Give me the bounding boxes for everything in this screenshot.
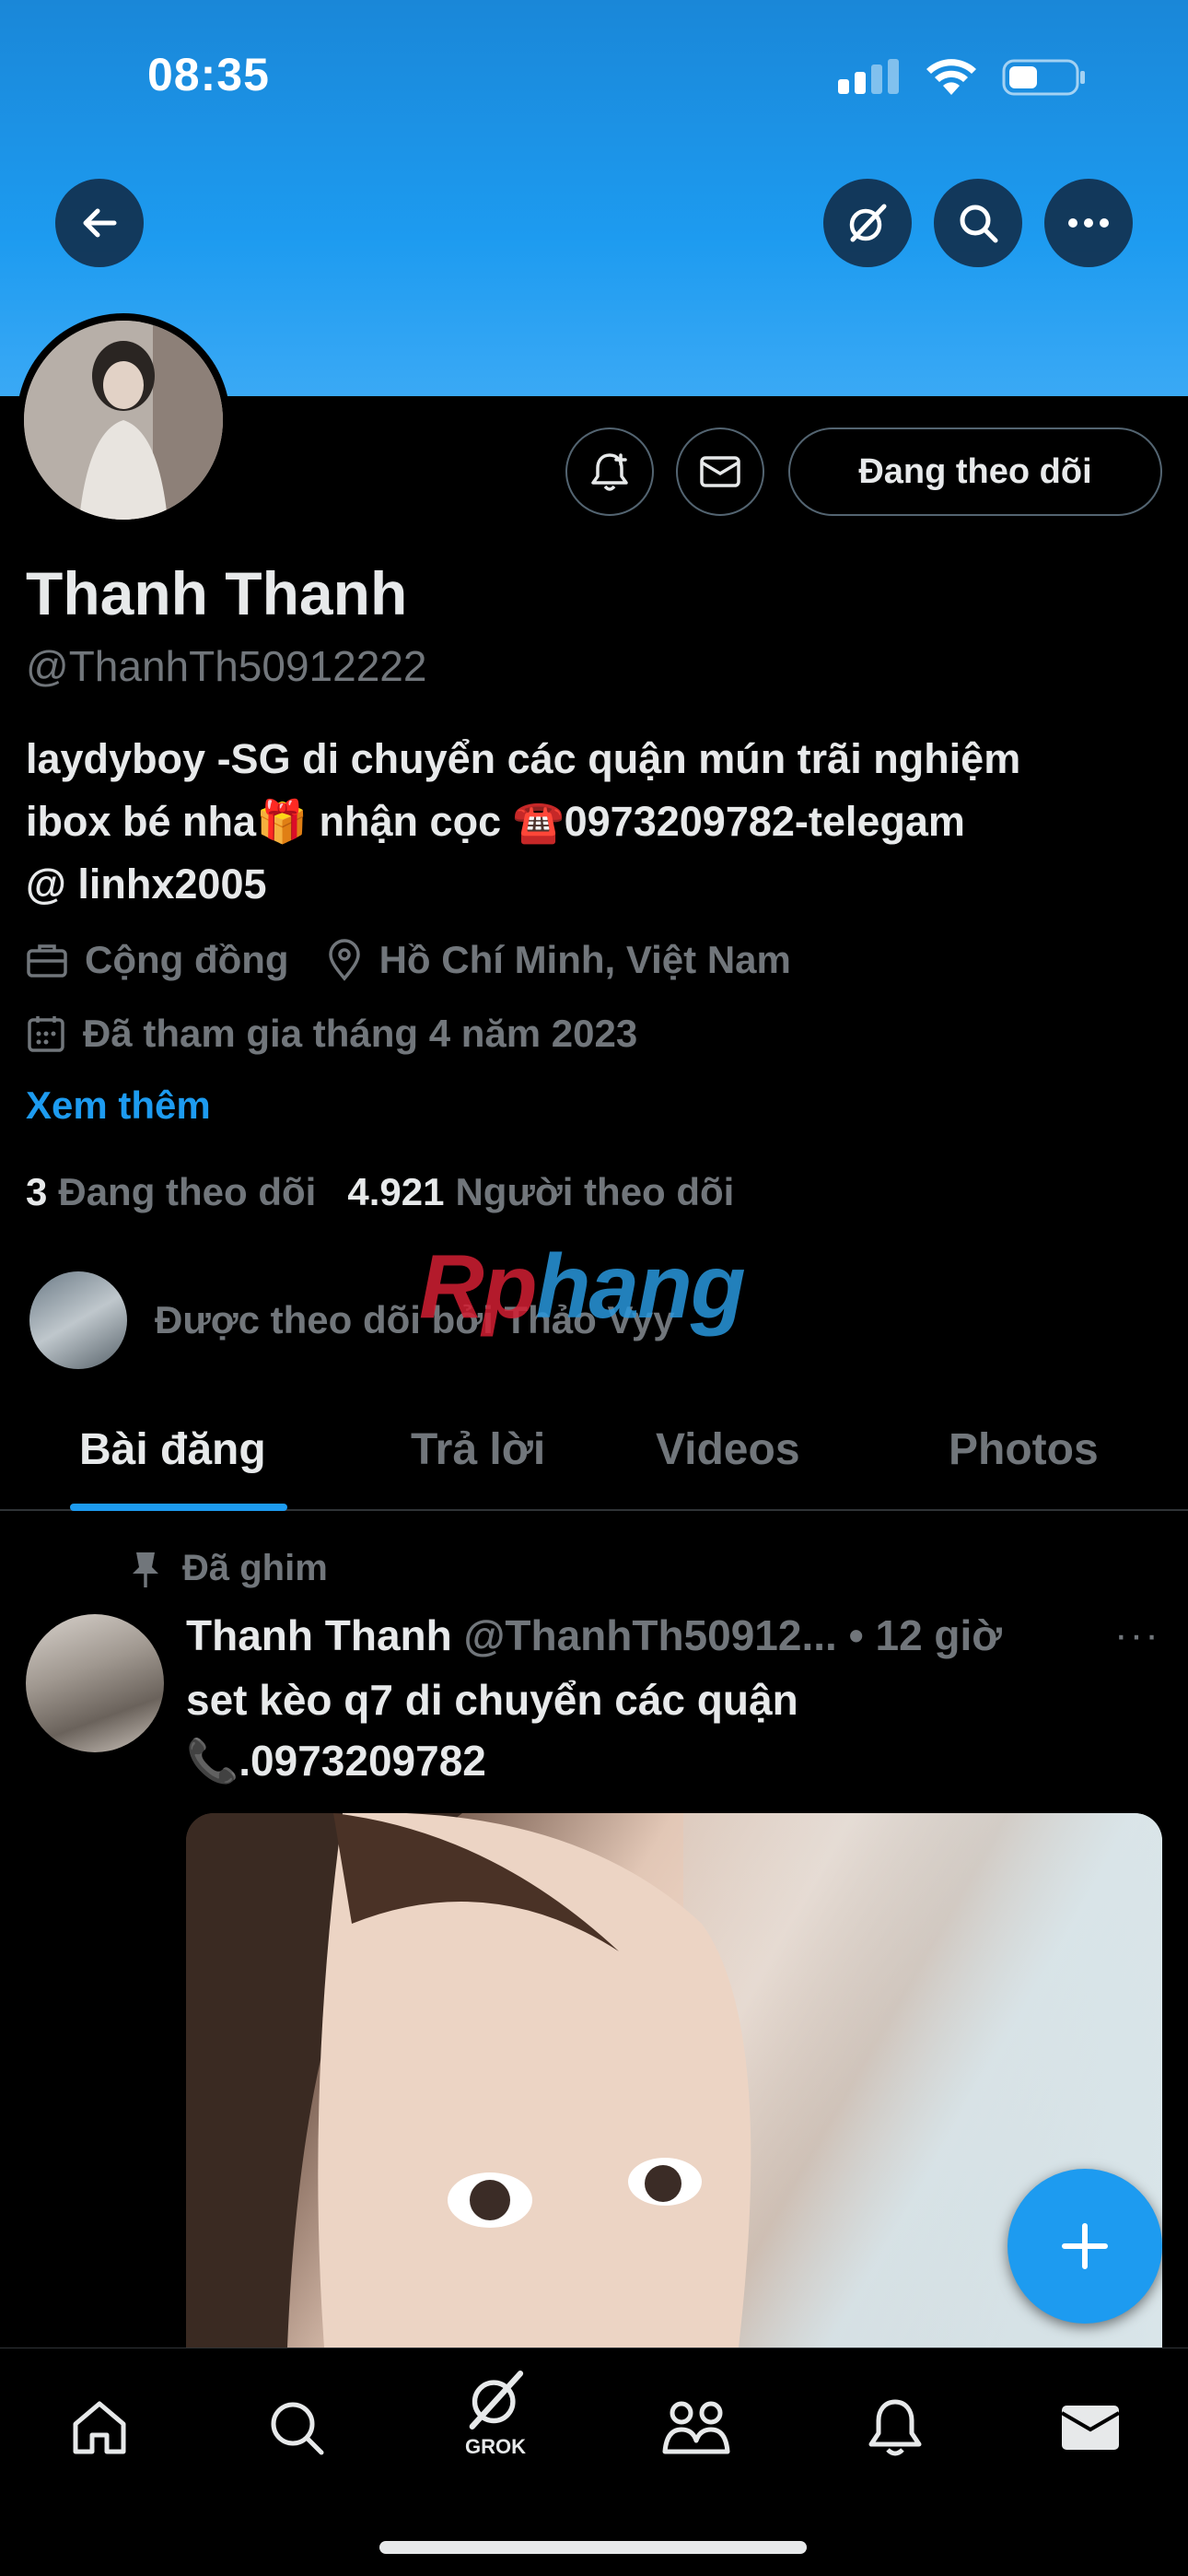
followers-label: Người theo dõi (455, 1170, 735, 1213)
pin-icon (133, 1551, 158, 1587)
nav-search[interactable] (250, 2382, 343, 2474)
nav-home[interactable] (53, 2382, 146, 2474)
profile-tabs: Bài đăng Trả lời Videos Photos (0, 1410, 1188, 1511)
tab-photos[interactable]: Photos (949, 1424, 1099, 1475)
compose-post-button[interactable] (1007, 2169, 1162, 2324)
wifi-icon (926, 59, 976, 95)
profile-joined-row: Đã tham gia tháng 4 năm 2023 (26, 1012, 637, 1056)
tab-posts[interactable]: Bài đăng (79, 1424, 266, 1475)
search-icon (960, 205, 998, 243)
nav-messages[interactable] (1044, 2382, 1136, 2474)
post-more-button[interactable]: ··· (1114, 1612, 1160, 1658)
status-time: 08:35 (147, 49, 270, 100)
search-button[interactable] (934, 179, 1022, 267)
bell-plus-icon (591, 453, 628, 491)
communities-icon (662, 2401, 730, 2454)
search-icon (271, 2402, 324, 2455)
battery-icon (1002, 59, 1085, 96)
profile-joined-date: Đã tham gia tháng 4 năm 2023 (83, 1012, 638, 1055)
back-arrow-icon (83, 208, 117, 238)
following-count: 3 (26, 1170, 48, 1213)
more-icon (1068, 218, 1109, 228)
nav-grok[interactable]: GROK (449, 2367, 542, 2459)
envelope-icon (700, 456, 740, 487)
profile-category: Cộng đồng (85, 938, 289, 981)
notifications-icon (868, 2399, 922, 2456)
home-indicator[interactable] (379, 2541, 807, 2554)
bio-line: laydyboy -SG di chuyển các quận mún trãi… (26, 735, 1021, 782)
post-handle-time: @ThanhTh50912... • 12 giờ (463, 1611, 1003, 1659)
following-button[interactable]: Đang theo dõi (788, 427, 1162, 516)
followers-count: 4.921 (347, 1170, 445, 1213)
followers-count-link[interactable]: 4.921 Người theo dõi (347, 1170, 734, 1214)
profile-handle: @ThanhTh50912222 (26, 642, 427, 690)
profile-display-name: Thanh Thanh (26, 559, 408, 627)
post-header: Thanh Thanh @ThanhTh50912... • 12 giờ (186, 1610, 1098, 1660)
post-author-name[interactable]: Thanh Thanh (186, 1611, 452, 1659)
watermark-logo: Rphang (419, 1235, 746, 1337)
profile-location: Hồ Chí Minh, Việt Nam (379, 938, 791, 981)
status-icons (836, 57, 1087, 98)
more-options-button[interactable] (1044, 179, 1133, 267)
post-text-line: set kèo q7 di chuyển các quận (186, 1676, 798, 1724)
plus-icon (1062, 2223, 1108, 2269)
following-label: Đang theo dõi (58, 1170, 317, 1213)
see-more-link[interactable]: Xem thêm (26, 1083, 211, 1128)
bio-line: ibox bé nha🎁 nhận cọc ☎️0973209782-teleg… (26, 798, 965, 845)
grok-label: GROK (465, 2435, 526, 2458)
tab-replies[interactable]: Trả lời (411, 1424, 545, 1475)
grok-icon (849, 204, 887, 242)
grok-button[interactable] (823, 179, 912, 267)
back-button[interactable] (55, 179, 144, 267)
post-text: set kèo q7 di chuyển các quận 📞.09732097… (186, 1669, 798, 1791)
active-tab-indicator (70, 1504, 287, 1511)
cellular-signal-icon (838, 59, 899, 94)
nav-communities[interactable] (650, 2382, 742, 2474)
pinned-label: Đã ghim (129, 1548, 328, 1589)
profile-bio: laydyboy -SG di chuyển các quận mún trãi… (26, 728, 1168, 916)
profile-meta-row: Cộng đồng Hồ Chí Minh, Việt Nam (26, 938, 791, 982)
post-author-avatar[interactable] (26, 1614, 164, 1752)
nav-notifications[interactable] (849, 2382, 941, 2474)
bio-line: @ linhx2005 (26, 861, 267, 907)
calendar-icon (28, 1016, 64, 1052)
home-icon (73, 2401, 126, 2454)
messages-icon (1060, 2406, 1121, 2450)
follow-counts: 3 Đang theo dõi 4.921 Người theo dõi (26, 1170, 734, 1214)
post-text-line: 📞.0973209782 (186, 1737, 486, 1785)
notifications-subscribe-button[interactable] (565, 427, 654, 516)
pinned-text: Đã ghim (182, 1548, 328, 1588)
profile-avatar[interactable] (17, 313, 230, 527)
message-button[interactable] (676, 427, 764, 516)
grok-icon (469, 2371, 524, 2430)
location-pin-icon (328, 939, 360, 981)
follower-avatar (29, 1271, 127, 1369)
tab-videos[interactable]: Videos (656, 1424, 800, 1475)
briefcase-icon (27, 944, 67, 978)
following-count-link[interactable]: 3 Đang theo dõi (26, 1170, 316, 1214)
